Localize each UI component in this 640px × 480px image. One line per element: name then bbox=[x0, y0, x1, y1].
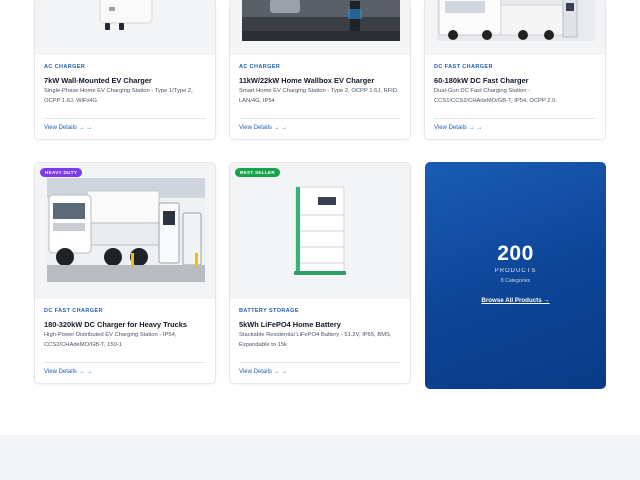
product-description: High-Power Distributed EV Charging Stati… bbox=[44, 332, 177, 348]
product-category: DC FAST CHARGER bbox=[434, 64, 493, 70]
browse-all-products-link[interactable]: Browse All Products → bbox=[481, 297, 549, 304]
product-count: 200 bbox=[497, 242, 534, 265]
product-category: BATTERY STORAGE bbox=[239, 308, 299, 314]
view-details-link[interactable]: View Details → → bbox=[44, 119, 206, 139]
product-card[interactable]: BEST SELLER BATTERY STORAGE 5kWh LiFePO4… bbox=[229, 162, 411, 384]
footer-band bbox=[0, 435, 640, 480]
product-image[interactable] bbox=[230, 0, 410, 55]
best-seller-badge: BEST SELLER bbox=[235, 168, 280, 177]
category-count: 8 Categories bbox=[500, 278, 531, 284]
product-card[interactable]: DC FAST CHARGER 60-180kW DC Fast Charger… bbox=[424, 0, 606, 140]
heavy-duty-badge: HEAVY DUTY bbox=[40, 168, 83, 177]
product-count-label: PRODUCTS bbox=[494, 268, 537, 274]
product-description: Dual-Gun DC Fast Charging Station - CCS1… bbox=[434, 88, 557, 104]
product-category: AC CHARGER bbox=[239, 64, 281, 70]
view-details-link[interactable]: View Details → → bbox=[434, 119, 596, 139]
product-title[interactable]: 60-180kW DC Fast Charger bbox=[434, 76, 596, 85]
product-card[interactable]: AC CHARGER 11kW/22kW Home Wallbox EV Cha… bbox=[229, 0, 411, 140]
product-card[interactable]: HEAVY DUTY DC FAST CHARGER 180-320kW DC … bbox=[34, 162, 216, 384]
product-image[interactable] bbox=[35, 0, 215, 55]
view-details-link[interactable]: View Details → → bbox=[239, 363, 401, 383]
product-title[interactable]: 5kWh LiFePO4 Home Battery bbox=[239, 320, 401, 329]
product-card[interactable]: AC CHARGER 7kW Wall-Mounted EV Charger S… bbox=[34, 0, 216, 140]
view-details-link[interactable]: View Details → → bbox=[44, 363, 206, 383]
product-image[interactable]: HEAVY DUTY bbox=[35, 163, 215, 299]
product-category: AC CHARGER bbox=[44, 64, 86, 70]
view-details-link[interactable]: View Details → → bbox=[239, 119, 401, 139]
product-title[interactable]: 180-320kW DC Charger for Heavy Trucks bbox=[44, 320, 206, 329]
product-description: Stackable Residential LiFePO4 Battery - … bbox=[239, 332, 392, 348]
product-title[interactable]: 11kW/22kW Home Wallbox EV Charger bbox=[239, 76, 401, 85]
product-description: Smart Home EV Charging Station - Type 2,… bbox=[239, 88, 399, 104]
product-description: Single-Phase Home EV Charging Station - … bbox=[44, 88, 193, 104]
product-image[interactable] bbox=[425, 0, 605, 55]
product-title[interactable]: 7kW Wall-Mounted EV Charger bbox=[44, 76, 206, 85]
all-products-promo-card[interactable]: 200 PRODUCTS 8 Categories Browse All Pro… bbox=[425, 162, 606, 389]
product-image[interactable]: BEST SELLER bbox=[230, 163, 410, 299]
product-category: DC FAST CHARGER bbox=[44, 308, 103, 314]
